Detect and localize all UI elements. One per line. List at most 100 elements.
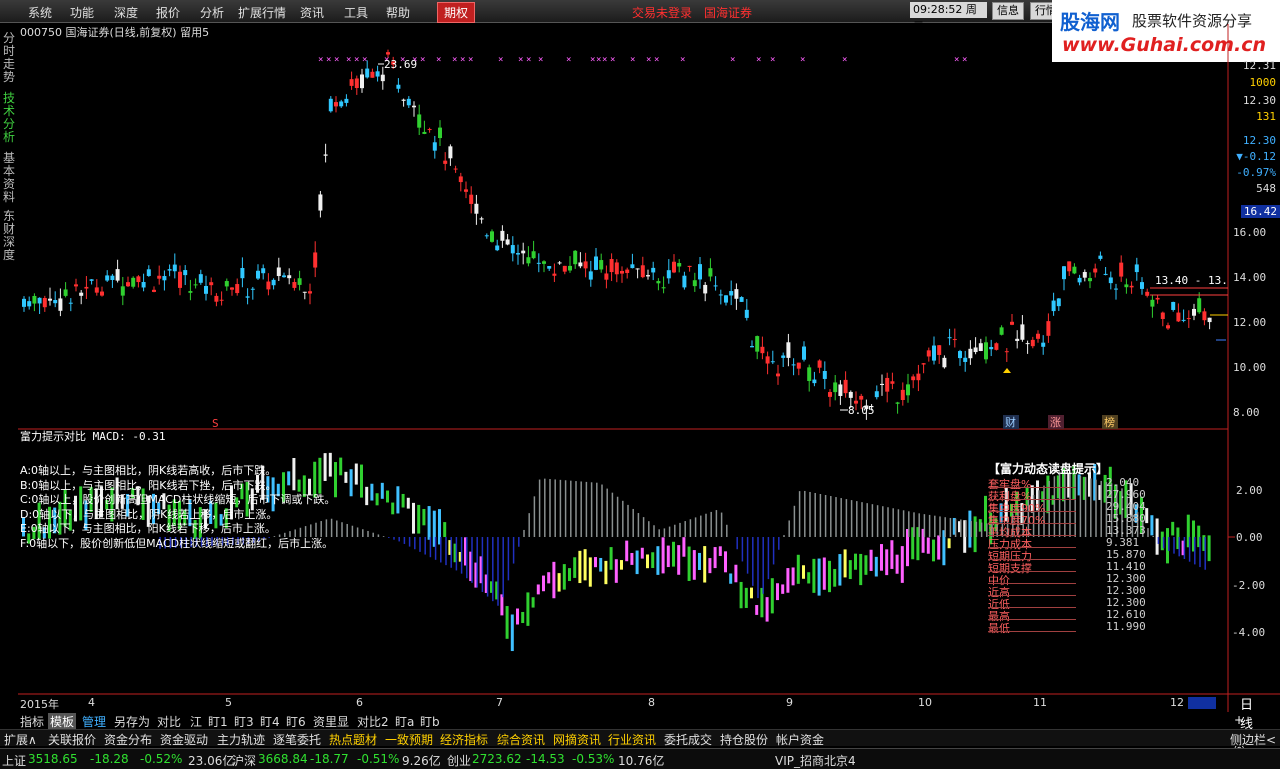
tab-indicator[interactable]: 指标 [20, 713, 44, 730]
hs-index-name[interactable]: 沪深 [232, 752, 256, 769]
summary-line [988, 631, 1076, 632]
menu-quote[interactable]: 报价 [156, 4, 180, 21]
menu-news[interactable]: 资讯 [300, 4, 324, 21]
price-tick-2: 12.00 [1233, 316, 1266, 329]
tab-positions[interactable]: 持仓股份 [720, 731, 768, 748]
summary-row: 最低 11.990 [988, 620, 1146, 635]
period-scroll-thumb[interactable] [1188, 697, 1216, 709]
tab-web-news[interactable]: 网摘资讯 [553, 731, 601, 748]
svg-text:×: × [630, 55, 635, 65]
tab-ding4[interactable]: 盯4 [260, 713, 280, 730]
nav-technical[interactable]: 技术分析 [3, 92, 15, 144]
sh-index-amount: 23.06亿 [188, 754, 235, 768]
tab-related-quote[interactable]: 关联报价 [48, 731, 96, 748]
tab-orders[interactable]: 委托成交 [664, 731, 712, 748]
month-label: 4 [88, 696, 95, 709]
vip-server[interactable]: VIP_招商北京4 [775, 752, 856, 769]
summary-row: 近低 12.300 [988, 596, 1146, 611]
svg-text:×: × [400, 55, 405, 65]
tab-compare2[interactable]: 对比2 [357, 713, 389, 730]
nav-east-depth[interactable]: 东财深度 [3, 210, 15, 262]
clock: 09:28:52 周二 [910, 2, 987, 32]
nav-fundamental[interactable]: 基本资料 [3, 152, 15, 204]
indicator-notes: A:0轴以上，与主图相比，阴K线若高收，后市下跌。 B:0轴以上，与主图相比，阳… [20, 464, 335, 551]
tab-industry-news[interactable]: 行业资讯 [608, 731, 656, 748]
summary-row: 中价 12.300 [988, 572, 1146, 587]
menu-tools[interactable]: 工具 [344, 4, 368, 21]
month-label: 7 [496, 696, 503, 709]
low-price-label: 8.05 [848, 404, 875, 417]
note-d: D:0轴以下，与主图相比，阴K线若上移，后市上涨。 [20, 507, 278, 521]
cai-marker[interactable]: 财 [1005, 415, 1016, 429]
macd-tick-0: 2.00 [1236, 484, 1263, 497]
tab-consensus[interactable]: 一致预期 [385, 731, 433, 748]
tab-extend[interactable]: 扩展∧ [4, 731, 37, 748]
quote-v5: 12.30 [1242, 134, 1276, 147]
tab-general-news[interactable]: 综合资讯 [497, 731, 545, 748]
tab-manage[interactable]: 管理 [82, 713, 106, 730]
tab-ding1[interactable]: 盯1 [208, 713, 228, 730]
summary-row: 近高 12.300 [988, 584, 1146, 599]
tab-ziliang[interactable]: 资里显 [313, 713, 349, 730]
svg-text:×: × [526, 55, 531, 65]
indicator-tabs: 指标 模板 管理 另存为 对比 江 盯1 盯3 盯4 盯6 资里显 对比2 盯a… [0, 712, 1244, 755]
svg-text:×: × [590, 55, 595, 65]
tab-dinga[interactable]: 盯a [395, 713, 414, 730]
status-bar: 上证 3518.65 -18.28 -0.52% 23.06亿 沪深 3668.… [0, 748, 1280, 769]
summary-row: 最高 12.610 [988, 608, 1146, 623]
tab-compare[interactable]: 对比 [157, 713, 181, 730]
bang-marker[interactable]: 榜 [1104, 415, 1115, 429]
svg-text:×: × [326, 55, 331, 65]
summary-row: 短期支撑 11.410 [988, 560, 1146, 575]
tab-fund-drive[interactable]: 资金驱动 [160, 731, 208, 748]
sh-index-name[interactable]: 上证 [2, 752, 26, 769]
menu-depth[interactable]: 深度 [114, 4, 138, 21]
tab-ding6[interactable]: 盯6 [286, 713, 306, 730]
menu-system[interactable]: 系统 [28, 4, 52, 21]
cy-index-amount: 10.76亿 [618, 754, 665, 768]
menu-function[interactable]: 功能 [70, 4, 94, 21]
tab-hot-topics[interactable]: 热点题材 [329, 731, 377, 748]
hs-index-pct: -0.51% [357, 752, 400, 766]
svg-text:×: × [654, 55, 659, 65]
cy-index-name[interactable]: 创业 [447, 752, 471, 769]
logo-url: www.Guhai.com.cn [1062, 34, 1266, 56]
svg-text:×: × [334, 55, 339, 65]
quote-v6: ▼-0.12 [1236, 150, 1276, 163]
tab-economic-indicators[interactable]: 经济指标 [440, 731, 488, 748]
cy-index-change: -14.53 [526, 752, 565, 766]
quote-v8: 548 [1256, 182, 1276, 195]
svg-text:×: × [646, 55, 651, 65]
macd-tick-1: 0.00 [1236, 531, 1263, 544]
svg-text:×: × [954, 55, 959, 65]
tab-jiang[interactable]: 江 [190, 713, 202, 730]
svg-text:×: × [962, 55, 967, 65]
svg-text:×: × [412, 55, 417, 65]
menu-help[interactable]: 帮助 [386, 4, 410, 21]
month-label: 11 [1033, 696, 1047, 709]
info-button[interactable]: 信息 [992, 2, 1024, 20]
sidebar-toggle[interactable]: 侧边栏< [1230, 731, 1276, 748]
summary-row: 压力成本 9.381 [988, 536, 1139, 551]
svg-text:×: × [596, 55, 601, 65]
tab-account-funds[interactable]: 帐户资金 [776, 731, 824, 748]
tab-tick-order[interactable]: 逐笔委托 [273, 731, 321, 748]
quote-v3: 12.30 [1242, 94, 1276, 107]
trade-login-status[interactable]: 交易未登录 [632, 4, 692, 21]
tab-save-as[interactable]: 另存为 [114, 713, 150, 730]
svg-text:×: × [518, 55, 523, 65]
price-tick-3: 10.00 [1233, 361, 1266, 374]
menu-options[interactable]: 期权 [437, 2, 476, 23]
tab-template[interactable]: 模板 [48, 713, 77, 730]
nav-intraday[interactable]: 分时走势 [3, 32, 15, 84]
menu-analysis[interactable]: 分析 [200, 4, 224, 21]
tab-main-track[interactable]: 主力轨迹 [217, 731, 265, 748]
sh-index-pct: -0.52% [140, 752, 183, 766]
tab-dingb[interactable]: 盯b [420, 713, 440, 730]
tab-ding3[interactable]: 盯3 [234, 713, 254, 730]
logo-slogan: 股票软件资源分享 [1132, 12, 1253, 30]
zhang-marker[interactable]: 涨 [1050, 416, 1061, 429]
menu-extended-market[interactable]: 扩展行情 [238, 4, 286, 21]
tab-fund-distribution[interactable]: 资金分布 [104, 731, 152, 748]
reading-summary: 【富力动态读盘提示】 套牢盘% 2.040 获利盘% 27.960 集中度90% 29.4… [980, 460, 1146, 635]
